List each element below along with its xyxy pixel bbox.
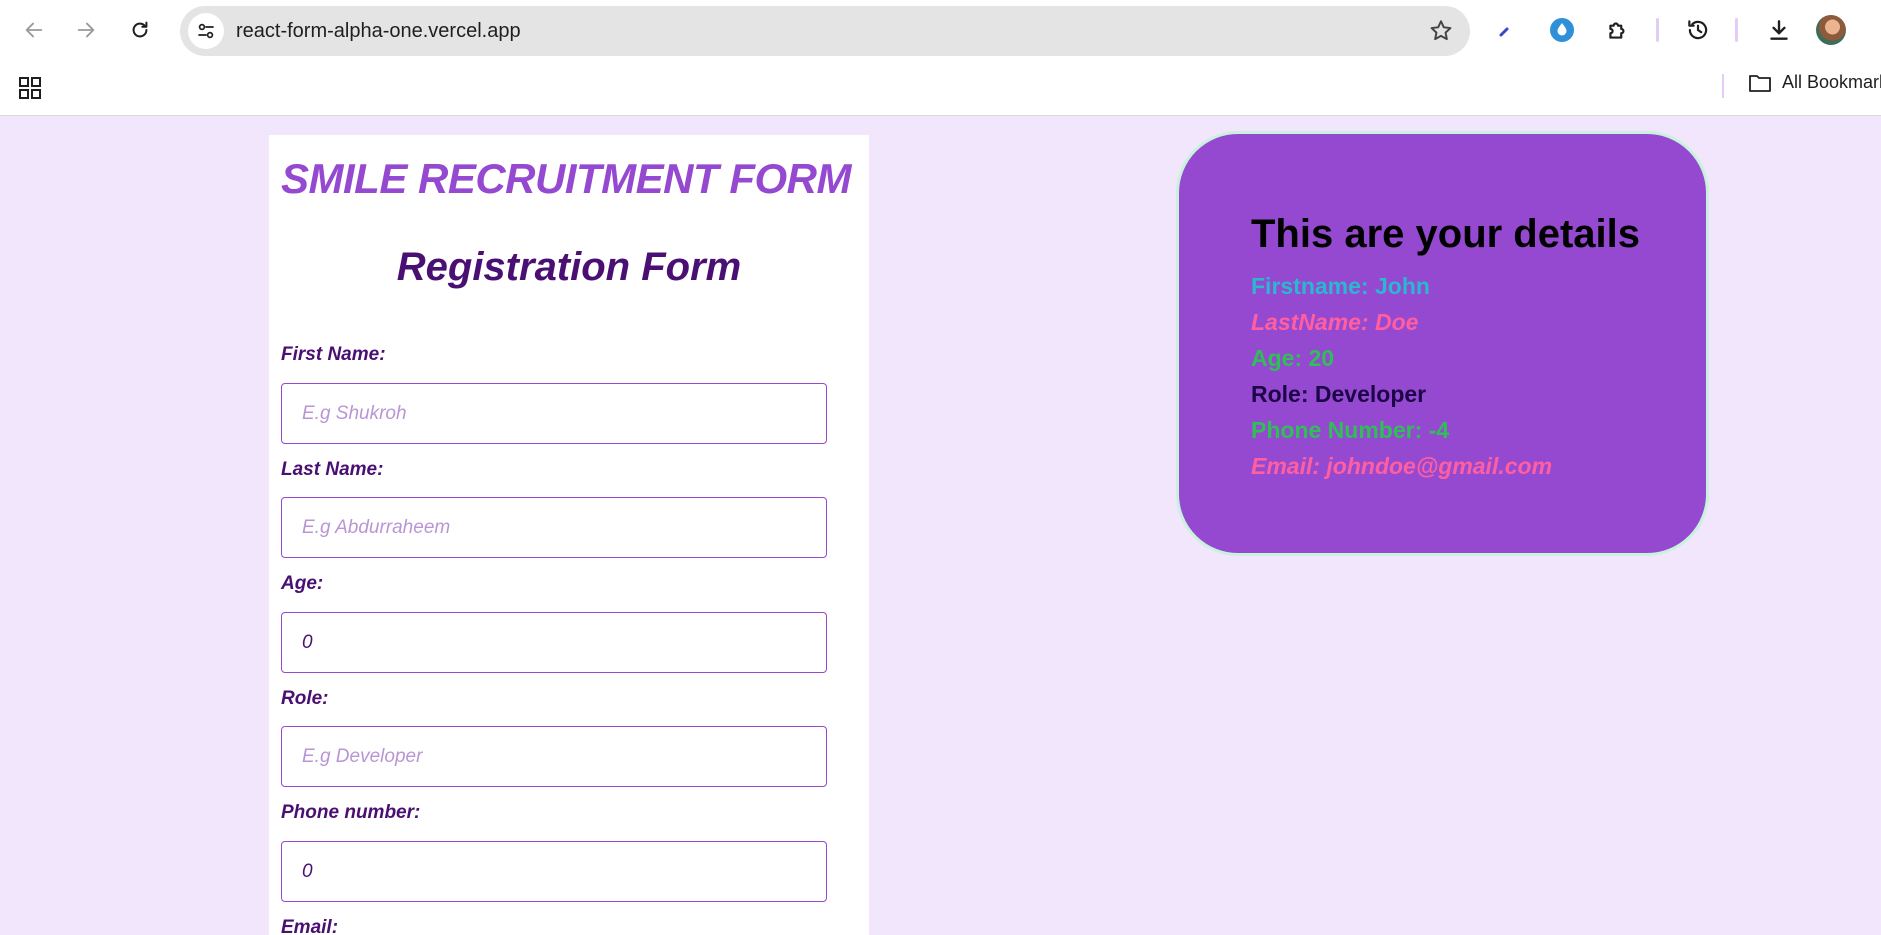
age-input[interactable]	[281, 612, 827, 673]
profile-avatar[interactable]	[1816, 15, 1846, 45]
history-button[interactable]	[1681, 13, 1715, 47]
detail-email: Email: johndoe@gmail.com	[1251, 453, 1553, 479]
reload-icon	[132, 21, 148, 38]
back-arrow-icon	[25, 22, 43, 38]
pen-extension-button[interactable]	[1490, 13, 1524, 47]
detail-lastname: LastName: Doe	[1251, 309, 1419, 335]
pen-extension-icon	[1499, 27, 1509, 37]
history-icon	[1688, 20, 1708, 40]
last-name-input[interactable]	[281, 497, 827, 558]
first-name-label: First Name:	[281, 344, 386, 365]
site-info-button[interactable]	[188, 13, 224, 49]
address-bar[interactable]: react-form-alpha-one.vercel.app	[180, 6, 1470, 56]
puzzle-icon	[1609, 22, 1625, 39]
bookmarks-bar: All Bookmarks	[0, 60, 1881, 116]
forward-arrow-icon	[77, 22, 95, 38]
apps-grid-icon[interactable]	[18, 76, 42, 100]
last-name-label: Last Name:	[281, 459, 384, 480]
star-icon[interactable]	[1428, 18, 1454, 44]
first-name-input[interactable]	[281, 383, 827, 444]
back-button[interactable]	[16, 12, 52, 48]
extensions-button[interactable]	[1601, 13, 1635, 47]
forward-button[interactable]	[68, 12, 104, 48]
toolbar-separator	[1735, 18, 1738, 42]
bookmarks-separator	[1722, 74, 1724, 98]
phone-number-label: Phone number:	[281, 802, 421, 823]
site-info-icon	[198, 23, 214, 39]
all-bookmarks-label: All Bookmarks	[1782, 72, 1881, 92]
detail-age: Age: 20	[1251, 345, 1335, 371]
download-icon	[1770, 20, 1788, 40]
extension-drop-icon	[1550, 18, 1574, 42]
age-label: Age:	[281, 573, 324, 594]
all-bookmarks-button[interactable]: All Bookmarks	[1748, 72, 1881, 93]
detail-phone-number: Phone Number: -4	[1251, 417, 1450, 443]
download-button[interactable]	[1762, 13, 1796, 47]
toolbar-separator	[1656, 18, 1659, 42]
brand-title: SMILE RECRUITMENT FORM	[281, 155, 851, 202]
url-text[interactable]: react-form-alpha-one.vercel.app	[236, 6, 521, 56]
detail-role: Role: Developer	[1251, 381, 1427, 407]
detail-firstname: Firstname: John	[1251, 273, 1430, 299]
role-label: Role:	[281, 688, 329, 709]
browser-toolbar: react-form-alpha-one.vercel.app	[0, 0, 1881, 60]
details-card: This are your details Firstname: John La…	[1176, 131, 1709, 556]
reload-button[interactable]	[122, 12, 158, 48]
drop-extension-button[interactable]	[1545, 13, 1579, 47]
email-label: Email:	[281, 917, 339, 935]
registration-form: SMILE RECRUITMENT FORM Registration Form…	[269, 135, 869, 935]
form-title: Registration Form	[396, 245, 742, 289]
folder-icon	[1749, 74, 1771, 92]
details-title: This are your details	[1251, 212, 1641, 256]
phone-number-input[interactable]	[281, 841, 827, 902]
role-input[interactable]	[281, 726, 827, 787]
